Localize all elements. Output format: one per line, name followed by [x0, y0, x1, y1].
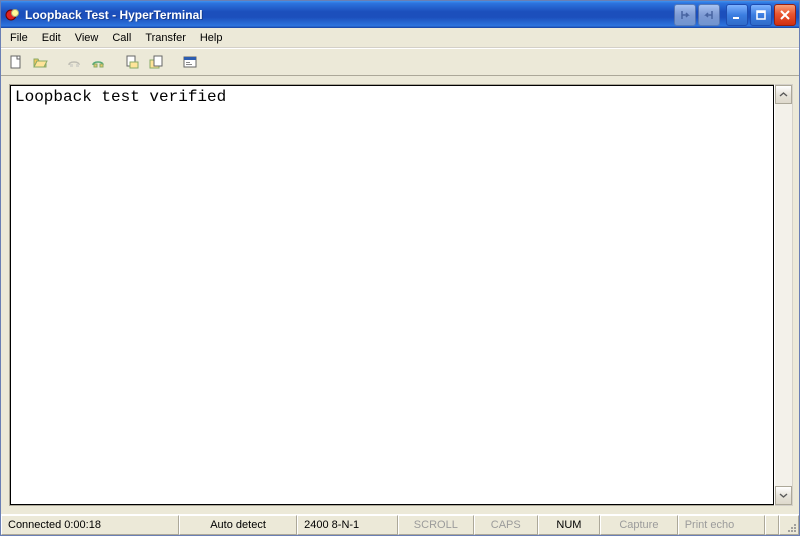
menu-call[interactable]: Call [105, 30, 138, 46]
menubar: File Edit View Call Transfer Help [1, 28, 799, 48]
open-button[interactable] [29, 51, 51, 73]
receive-icon [148, 54, 164, 70]
minimize-button[interactable] [726, 4, 748, 26]
dock-right-button[interactable] [698, 4, 720, 26]
send-button[interactable] [121, 51, 143, 73]
scroll-down-button[interactable] [775, 486, 792, 505]
new-icon [8, 54, 24, 70]
menu-view[interactable]: View [68, 30, 106, 46]
status-autodetect: Auto detect [179, 515, 297, 535]
status-port-settings: 2400 8-N-1 [297, 515, 398, 535]
hyperterminal-window: Loopback Test - HyperTerminal File Edit … [0, 0, 800, 536]
menu-help[interactable]: Help [193, 30, 230, 46]
toolbar [1, 48, 799, 76]
terminal-frame: Loopback test verified [9, 84, 774, 506]
vertical-scrollbar[interactable] [774, 84, 793, 506]
menu-edit[interactable]: Edit [35, 30, 68, 46]
receive-button[interactable] [145, 51, 167, 73]
connect-icon [66, 54, 82, 70]
open-icon [32, 54, 48, 70]
menu-file[interactable]: File [3, 30, 35, 46]
status-print-echo: Print echo [678, 515, 765, 535]
status-spacer [765, 515, 779, 535]
statusbar: Connected 0:00:18 Auto detect 2400 8-N-1… [1, 514, 799, 535]
properties-icon [182, 54, 198, 70]
status-scroll: SCROLL [398, 515, 474, 535]
menu-transfer[interactable]: Transfer [138, 30, 193, 46]
status-connection: Connected 0:00:18 [1, 515, 179, 535]
scroll-track[interactable] [775, 104, 792, 486]
maximize-button[interactable] [750, 4, 772, 26]
app-icon [5, 7, 21, 23]
status-caps: CAPS [474, 515, 538, 535]
scroll-up-button[interactable] [775, 85, 792, 104]
dock-left-button[interactable] [674, 4, 696, 26]
close-button[interactable] [774, 4, 796, 26]
status-capture: Capture [600, 515, 678, 535]
client-area: Loopback test verified [1, 76, 799, 508]
properties-button[interactable] [179, 51, 201, 73]
disconnect-icon [90, 54, 106, 70]
chevron-down-icon [779, 491, 788, 500]
chevron-up-icon [779, 90, 788, 99]
connect-button[interactable] [63, 51, 85, 73]
resize-grip[interactable] [779, 515, 799, 535]
terminal-output: Loopback test verified [15, 86, 769, 106]
window-title: Loopback Test - HyperTerminal [25, 8, 203, 22]
terminal[interactable]: Loopback test verified [10, 85, 774, 505]
new-button[interactable] [5, 51, 27, 73]
send-icon [124, 54, 140, 70]
resize-grip-icon [785, 521, 797, 533]
titlebar[interactable]: Loopback Test - HyperTerminal [1, 1, 799, 28]
disconnect-button[interactable] [87, 51, 109, 73]
status-num: NUM [538, 515, 600, 535]
